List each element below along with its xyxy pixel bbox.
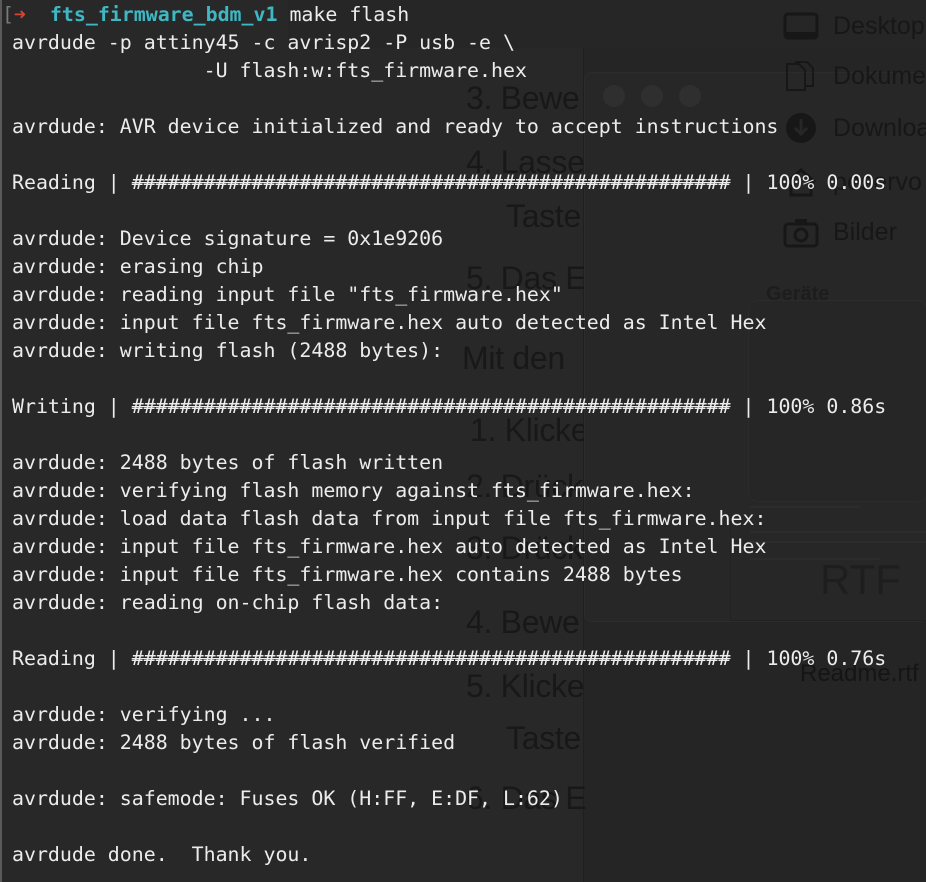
prompt-directory: fts_firmware_bdm_v1 [49, 3, 278, 26]
output-line: -U flash:w:fts_firmware.hex [12, 59, 527, 82]
progress-label: Writing [12, 395, 96, 418]
progress-line: Reading | ##############################… [12, 171, 887, 194]
prompt-bracket: [ [2, 3, 14, 26]
terminal-prompt-line: [➜ fts_firmware_bdm_v1 make flash [2, 1, 886, 29]
prompt-arrow-icon: ➜ [13, 3, 26, 26]
progress-line: Writing | ##############################… [12, 395, 887, 418]
output-line: avrdude: load data flash data from input… [12, 507, 767, 530]
progress-label: Reading [12, 647, 96, 670]
terminal-window[interactable]: [➜ fts_firmware_bdm_v1 make flash avrdud… [0, 0, 926, 882]
output-line: avrdude: input file fts_firmware.hex con… [12, 563, 683, 586]
output-line: avrdude: Device signature = 0x1e9206 [12, 227, 444, 250]
output-line: avrdude: erasing chip [12, 255, 264, 278]
progress-percent: 100% [766, 171, 815, 194]
progress-percent: 100% [766, 395, 815, 418]
progress-time: 0.00s [826, 171, 887, 194]
progress-time: 0.76s [826, 647, 887, 670]
output-line: avrdude: input file fts_firmware.hex aut… [12, 311, 767, 334]
output-line: avrdude: verifying ... [12, 703, 276, 726]
progress-label: Reading [12, 171, 96, 194]
output-line: avrdude: writing flash (2488 bytes): [12, 339, 444, 362]
output-line: avrdude: input file fts_firmware.hex aut… [12, 535, 767, 558]
progress-bar: ########################################… [131, 395, 731, 418]
output-line: avrdude: 2488 bytes of flash verified [12, 731, 456, 754]
progress-bar: ########################################… [131, 171, 731, 194]
output-line: avrdude: AVR device initialized and read… [12, 115, 779, 138]
output-line: avrdude: 2488 bytes of flash written [12, 451, 444, 474]
progress-bar: ########################################… [131, 647, 731, 670]
terminal-output: [➜ fts_firmware_bdm_v1 make flash avrdud… [2, 1, 887, 869]
output-line: avrdude: verifying flash memory against … [12, 479, 695, 502]
progress-time: 0.86s [826, 395, 887, 418]
output-line: avrdude -p attiny45 -c avrisp2 -P usb -e… [12, 31, 515, 54]
output-line: avrdude done. Thank you. [12, 843, 312, 866]
output-line: avrdude: reading input file "fts_firmwar… [12, 283, 563, 306]
output-line: avrdude: reading on-chip flash data: [12, 591, 444, 614]
output-line: avrdude: safemode: Fuses OK (H:FF, E:DF,… [12, 787, 563, 810]
progress-line: Reading | ##############################… [12, 647, 887, 670]
prompt-command: make flash [289, 3, 410, 26]
progress-percent: 100% [766, 647, 815, 670]
